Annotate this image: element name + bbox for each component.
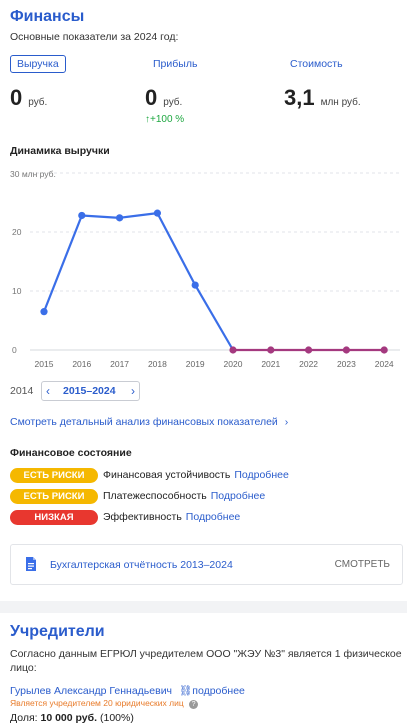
document-icon [26, 557, 36, 571]
tab-revenue[interactable]: Выручка [10, 55, 66, 73]
finances-card: Финансы Основные показатели за 2024 год:… [0, 0, 407, 601]
data-point [153, 209, 161, 217]
chevron-left-icon[interactable]: ‹ [46, 384, 50, 398]
report-banner[interactable]: Бухгалтерская отчётность 2013–2024 СМОТР… [10, 544, 403, 585]
metric-profit-value: 0 [145, 85, 158, 110]
owner-share: Доля: 10 000 руб. (100%) [10, 712, 134, 724]
owners-card: Учредители Согласно данным ЕГРЮЛ учредит… [0, 613, 407, 725]
data-point [305, 346, 313, 354]
data-point [191, 281, 199, 289]
year-prev-label: 2014 [10, 385, 34, 397]
more-link[interactable]: Подробнее [234, 469, 288, 481]
finances-title: Финансы [10, 8, 85, 25]
chevron-right-icon: › [284, 416, 289, 428]
status-badge: ЕСТЬ РИСКИ [10, 489, 98, 504]
state-row-stability: Финансовая устойчивость Подробнее [103, 469, 289, 481]
data-point [229, 346, 237, 354]
owner-person-row: Гурылев Александр Геннадьевич ⛓подробнее [10, 684, 245, 697]
metric-value-unit: млн руб. [320, 97, 361, 108]
owners-title: Учредители [10, 623, 105, 640]
analysis-link[interactable]: Смотреть детальный анализ финансовых пок… [10, 416, 288, 428]
status-badge: ЕСТЬ РИСКИ [10, 468, 98, 483]
x-tick-label: 2018 [148, 359, 167, 369]
series-line-segment [194, 284, 234, 351]
tab-profit[interactable]: Прибыль [153, 58, 197, 70]
metric-revenue: 0 руб. [10, 85, 47, 111]
year-range-label[interactable]: 2015–2024 [63, 385, 116, 397]
share-label: Доля: [10, 712, 38, 724]
report-label[interactable]: Бухгалтерская отчётность 2013–2024 [50, 559, 233, 571]
y-tick-label: 20 [12, 227, 22, 237]
x-tick-label: 2021 [261, 359, 280, 369]
link-icon: ⛓ [178, 685, 193, 697]
data-point [78, 211, 86, 220]
metric-profit-unit: руб. [163, 97, 183, 108]
x-tick-label: 2022 [299, 359, 318, 369]
more-link[interactable]: Подробнее [186, 511, 240, 523]
finances-subtitle: Основные показатели за 2024 год: [10, 31, 179, 43]
chart-section-title: Динамика выручки [10, 145, 110, 157]
metric-value-value: 3,1 [284, 85, 315, 110]
x-tick-label: 2017 [110, 359, 129, 369]
metric-profit: 0 руб. [145, 85, 182, 111]
owners-text-line2: лицо: [10, 662, 37, 674]
x-tick-label: 2024 [375, 359, 394, 369]
metric-revenue-unit: руб. [28, 97, 48, 108]
share-value: 10 000 руб. [40, 712, 98, 724]
owner-details-link[interactable]: подробнее [192, 685, 245, 697]
owners-text-line1: Согласно данным ЕГРЮЛ учредителем ООО "Ж… [10, 648, 402, 660]
data-point [40, 308, 48, 316]
state-row-solvency: Платежеспособность Подробнее [103, 490, 265, 502]
report-view-button[interactable]: СМОТРЕТЬ [335, 559, 390, 570]
owner-note-text: Является учредителем 20 юридических лиц [10, 698, 184, 708]
share-percent: (100%) [99, 712, 134, 724]
state-label: Эффективность [103, 511, 182, 523]
metric-revenue-value: 0 [10, 85, 23, 110]
y-unit-label: 30 млн руб. [10, 169, 56, 179]
data-point [267, 346, 275, 354]
x-tick-label: 2019 [186, 359, 205, 369]
x-tick-label: 2023 [337, 359, 356, 369]
year-range-selector: ‹ 2015–2024 › [41, 381, 140, 401]
profit-change: ↑+100 % [145, 114, 185, 125]
state-label: Платежеспособность [103, 490, 207, 502]
chevron-right-icon[interactable]: › [131, 384, 135, 398]
help-icon[interactable]: ? [189, 700, 199, 709]
series-line-segment [156, 212, 197, 286]
data-point [380, 346, 388, 354]
more-link[interactable]: Подробнее [211, 490, 265, 502]
x-tick-label: 2015 [35, 359, 54, 369]
x-tick-label: 2020 [224, 359, 243, 369]
status-badge: НИЗКАЯ [10, 510, 98, 525]
owner-note: Является учредителем 20 юридических лиц … [10, 698, 199, 709]
data-point [342, 346, 350, 354]
owner-name-link[interactable]: Гурылев Александр Геннадьевич [10, 685, 172, 697]
series-line-segment [42, 215, 83, 313]
metric-value: 3,1 млн руб. [284, 85, 361, 111]
state-title: Финансовое состояние [10, 447, 132, 459]
x-tick-label: 2016 [72, 359, 91, 369]
revenue-chart: 30 млн руб. 20 10 0 2015 2016 2017 2018 2019 2020… [10, 169, 400, 369]
state-row-efficiency: Эффективность Подробнее [103, 511, 240, 523]
analysis-link-text[interactable]: Смотреть детальный анализ финансовых пок… [10, 416, 278, 428]
y-tick-label: 0 [12, 345, 17, 355]
state-label: Финансовая устойчивость [103, 469, 231, 481]
tab-value[interactable]: Стоимость [290, 58, 343, 70]
series-line-segment [119, 212, 158, 219]
y-tick-label: 10 [12, 286, 22, 296]
data-point [116, 214, 124, 222]
series-line-segment [81, 214, 120, 219]
